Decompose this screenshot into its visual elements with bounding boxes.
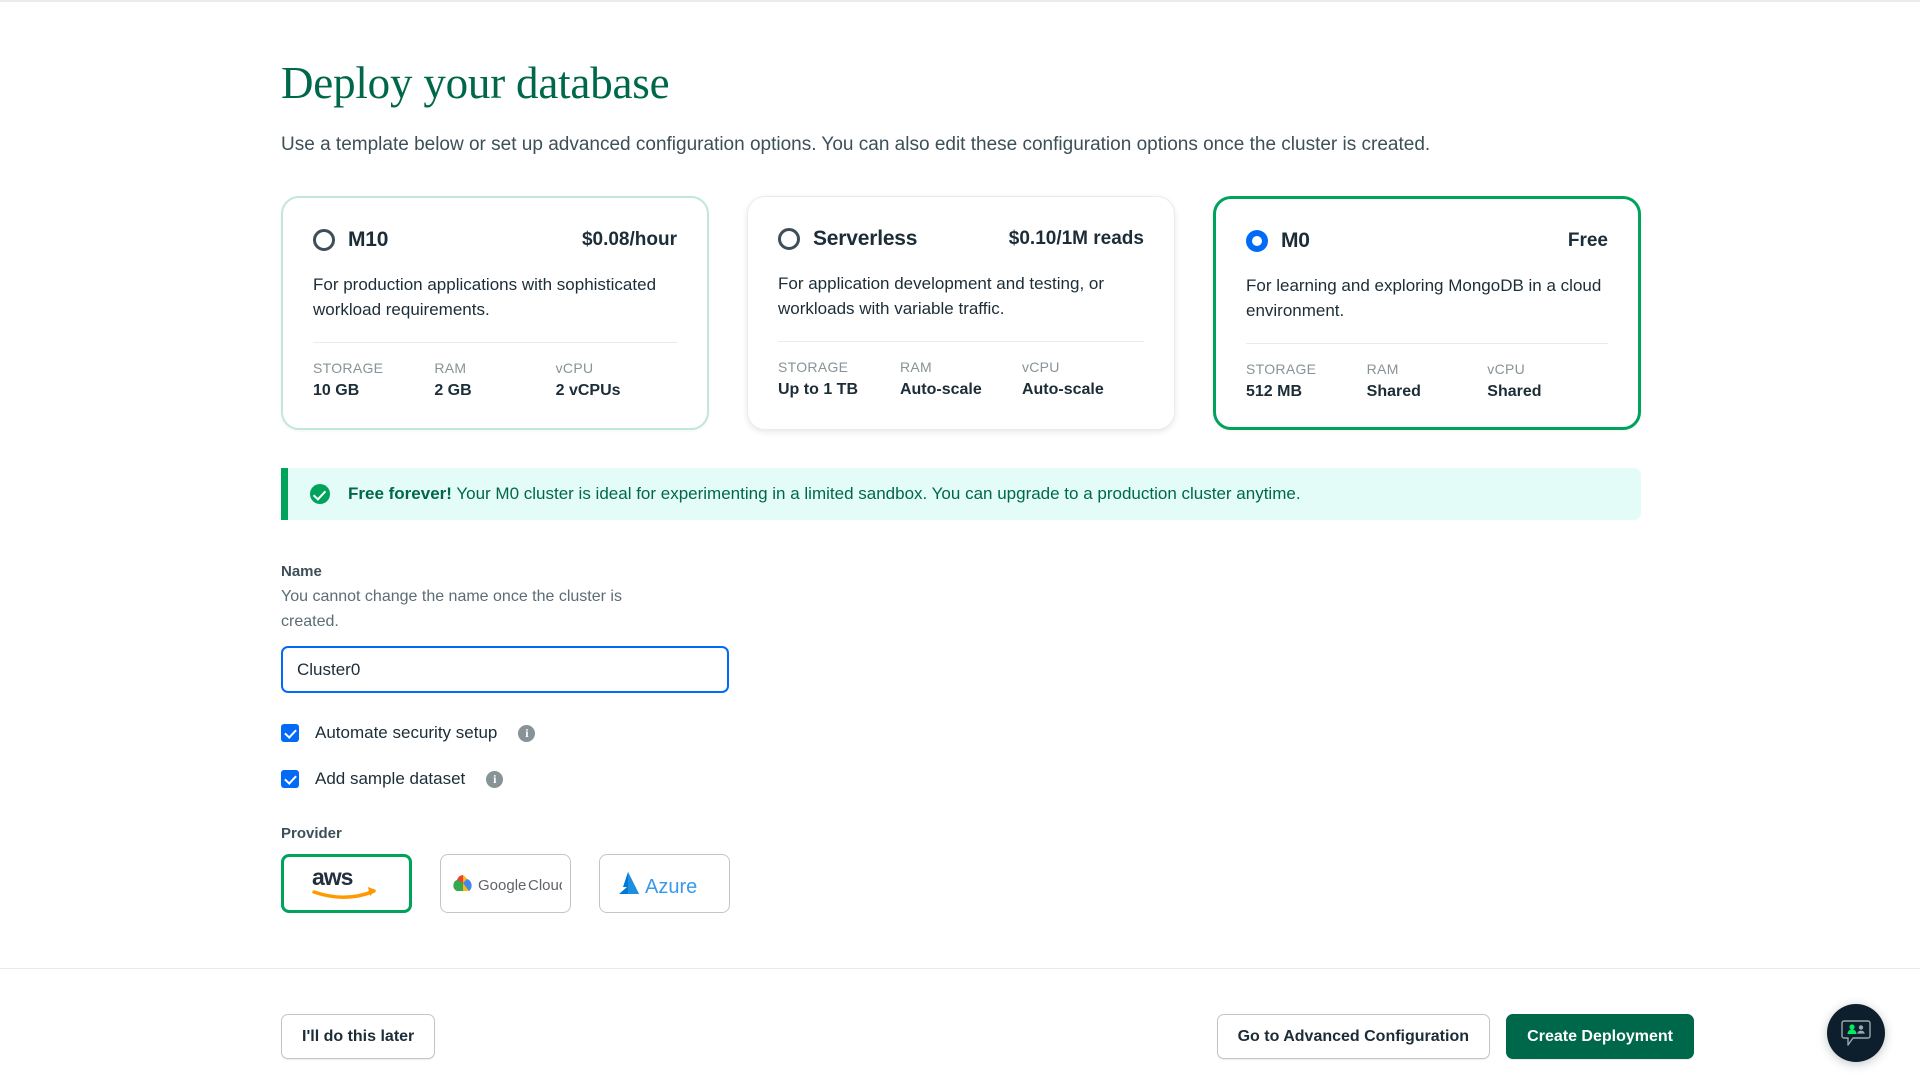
name-help-text: You cannot change the name once the clus… (281, 588, 622, 630)
tier-price-m0: Free (1567, 230, 1608, 251)
tier-header-left: M10 (313, 228, 388, 252)
spec-label-vcpu: vCPU (1487, 361, 1526, 377)
provider-label: Provider (281, 825, 342, 842)
free-forever-banner: Free forever! Your M0 cluster is ideal f… (281, 468, 1641, 520)
azure-logo-icon: Azure (618, 871, 697, 898)
tier-card-m0[interactable]: M0 Free For learning and exploring Mongo… (1212, 196, 1641, 430)
deploy-database-page: Deploy your database Use a template belo… (0, 0, 1920, 1091)
tier-separator (1245, 343, 1608, 344)
banner-body: Your M0 cluster is ideal for experimenti… (451, 484, 1301, 503)
spec-storage: STORAGE Up to 1 TB (778, 359, 900, 399)
spec-vcpu: vCPU 2 vCPUs (556, 360, 677, 400)
spec-value-storage: Up to 1 TB (778, 381, 858, 398)
aws-logo-icon: aws (312, 865, 376, 899)
banner-strong: Free forever! (348, 484, 452, 503)
svg-text:Azure: Azure (645, 876, 697, 898)
tier-description-m10: For production applications with sophist… (313, 275, 657, 319)
tier-card-group: M10 $0.08/hour For production applicatio… (281, 196, 1641, 430)
cluster-name-input[interactable] (281, 646, 729, 693)
provider-option-azure[interactable]: Azure (599, 854, 730, 913)
spec-value-storage: 10 GB (313, 382, 360, 399)
tier-header-left: M0 (1245, 229, 1310, 253)
spec-vcpu: vCPU Auto-scale (1022, 359, 1144, 399)
top-divider (0, 0, 1920, 2)
name-field-block: Name You cannot change the name once the… (281, 563, 1641, 693)
checkbox-row-automate-security[interactable]: Automate security setup i (281, 718, 1641, 748)
tier-separator (778, 341, 1144, 342)
spec-storage: STORAGE 512 MB (1246, 361, 1367, 401)
page-title: Deploy your database (281, 58, 670, 108)
tier-name-serverless: Serverless (813, 227, 918, 250)
spec-label-ram: RAM (434, 360, 467, 376)
main-content: Deploy your database Use a template belo… (281, 56, 1641, 913)
tier-description-serverless: For application development and testing,… (778, 274, 1105, 318)
spec-ram: RAM 2 GB (434, 360, 555, 400)
spec-ram: RAM Auto-scale (900, 359, 1022, 399)
tier-name-m10: M10 (348, 228, 389, 251)
tier-header: M0 Free (1245, 227, 1608, 255)
provider-option-aws[interactable]: aws (281, 854, 412, 913)
checkbox-automate-security[interactable] (281, 724, 299, 742)
tier-specs-serverless: STORAGE Up to 1 TB RAM Auto-scale vCPU A… (778, 359, 1144, 399)
page-subtitle: Use a template below or set up advanced … (281, 134, 1431, 155)
spec-label-storage: STORAGE (778, 359, 849, 375)
tier-description-m0: For learning and exploring MongoDB in a … (1245, 276, 1602, 320)
tier-separator (313, 342, 677, 343)
svg-text:Cloud: Cloud (528, 877, 562, 894)
check-circle-icon (310, 484, 330, 504)
banner-text: Free forever! Your M0 cluster is ideal f… (348, 484, 1301, 504)
svg-text:Google: Google (478, 877, 526, 894)
radio-m10[interactable] (313, 229, 335, 251)
provider-option-google-cloud[interactable]: Google Cloud (440, 854, 571, 913)
name-label: Name (281, 563, 322, 580)
chat-people-icon (1841, 1020, 1871, 1046)
spec-value-ram: Shared (1366, 383, 1421, 400)
tier-card-m10[interactable]: M10 $0.08/hour For production applicatio… (281, 196, 709, 430)
tier-specs-m0: STORAGE 512 MB RAM Shared vCPU Shared (1246, 361, 1608, 401)
info-icon-automate-security[interactable]: i (518, 724, 536, 742)
footer-bar: I'll do this later Go to Advanced Config… (0, 969, 1920, 1091)
spec-value-vcpu: 2 vCPUs (555, 382, 621, 399)
spec-vcpu: vCPU Shared (1487, 361, 1608, 401)
spec-label-storage: STORAGE (313, 360, 384, 376)
create-deployment-button[interactable]: Create Deployment (1506, 1014, 1694, 1059)
spec-value-vcpu: Auto-scale (1021, 381, 1104, 398)
spec-label-storage: STORAGE (1245, 361, 1317, 377)
spec-storage: STORAGE 10 GB (313, 360, 434, 400)
google-cloud-logo-icon: Google Cloud (452, 874, 562, 894)
spec-label-vcpu: vCPU (1021, 359, 1060, 375)
tier-specs-m10: STORAGE 10 GB RAM 2 GB vCPU 2 vCPUs (313, 360, 677, 400)
chat-support-button[interactable] (1827, 1004, 1885, 1062)
tier-header: M10 $0.08/hour (313, 226, 677, 254)
ill-do-this-later-button[interactable]: I'll do this later (281, 1014, 436, 1059)
provider-block: Provider aws Google Clou Azure (281, 825, 1641, 913)
spec-value-ram: 2 GB (434, 382, 472, 399)
checkbox-row-sample-dataset[interactable]: Add sample dataset i (281, 764, 1641, 794)
info-icon-sample-dataset[interactable]: i (486, 770, 504, 788)
spec-label-ram: RAM (1366, 361, 1399, 377)
tier-name-m0: M0 (1280, 229, 1310, 252)
checkbox-label-sample-dataset: Add sample dataset (315, 769, 466, 788)
spec-ram: RAM Shared (1367, 361, 1488, 401)
svg-text:aws: aws (312, 865, 353, 890)
spec-value-storage: 512 MB (1245, 383, 1303, 400)
radio-m0[interactable] (1245, 230, 1268, 252)
spec-label-vcpu: vCPU (555, 360, 594, 376)
checkbox-label-automate-security: Automate security setup (315, 723, 498, 742)
tier-price-m10: $0.08/hour (581, 229, 677, 250)
radio-serverless[interactable] (778, 228, 800, 250)
checkbox-sample-dataset[interactable] (281, 770, 299, 788)
spec-value-vcpu: Shared (1487, 383, 1542, 400)
spec-label-ram: RAM (899, 359, 932, 375)
go-to-advanced-configuration-button[interactable]: Go to Advanced Configuration (1216, 1014, 1490, 1059)
tier-header: Serverless $0.10/1M reads (778, 225, 1144, 253)
tier-price-serverless: $0.10/1M reads (1008, 228, 1144, 249)
provider-option-group: aws Google Cloud (281, 854, 1641, 913)
tier-card-serverless[interactable]: Serverless $0.10/1M reads For applicatio… (747, 196, 1175, 430)
tier-header-left: Serverless (778, 227, 917, 251)
options-checkbox-group: Automate security setup i Add sample dat… (281, 718, 1641, 794)
spec-value-ram: Auto-scale (899, 381, 982, 398)
